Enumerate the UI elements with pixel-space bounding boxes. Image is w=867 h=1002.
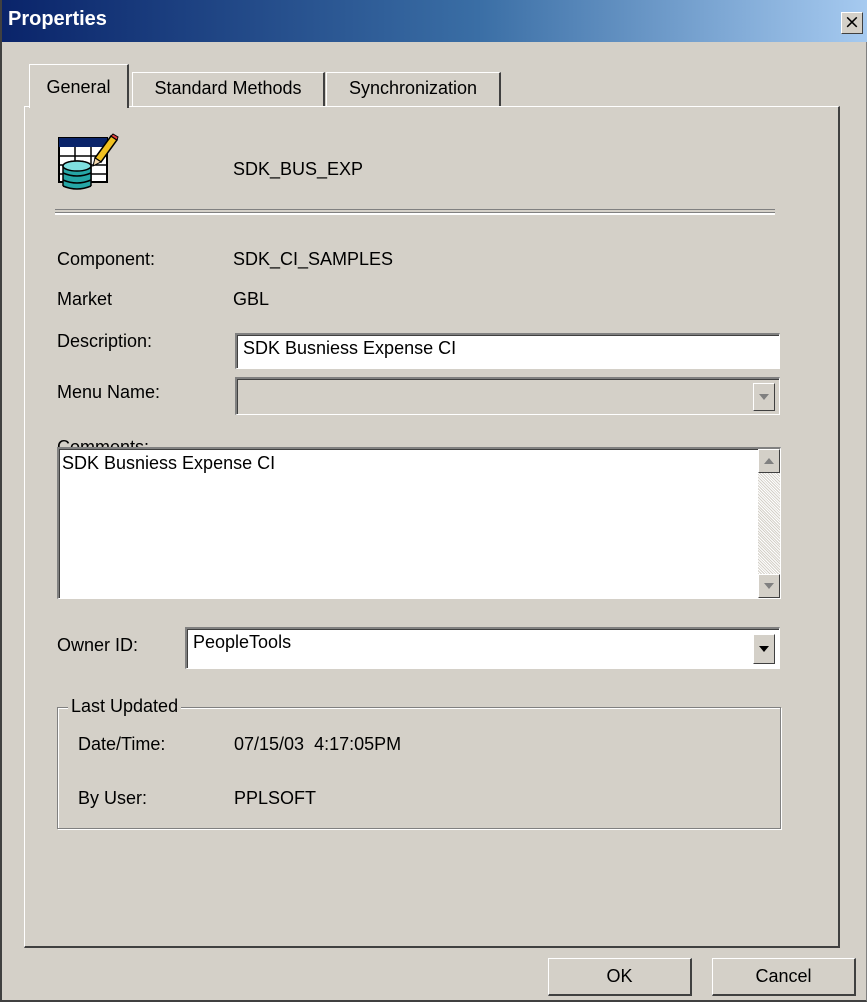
arrow-down-icon — [764, 583, 774, 589]
component-value: SDK_CI_SAMPLES — [233, 249, 394, 269]
scroll-up-button[interactable] — [758, 449, 780, 473]
close-button[interactable]: × — [841, 12, 863, 34]
last-updated-group: Last Updated Date/Time: 07/15/03 4:17:05… — [57, 696, 781, 829]
arrow-up-icon — [764, 458, 774, 464]
owner-id-label: Owner ID: — [57, 635, 139, 655]
chevron-down-icon — [759, 646, 769, 652]
menu-name-select[interactable] — [235, 377, 780, 415]
datetime-value: 07/15/03 4:17:05PM — [234, 734, 402, 754]
by-user-label: By User: — [78, 788, 148, 808]
menu-name-label: Menu Name: — [57, 382, 161, 402]
tab-standard-methods[interactable]: Standard Methods — [132, 72, 325, 106]
comments-textarea[interactable]: SDK Busniess Expense CI — [57, 447, 781, 599]
description-label: Description: — [57, 331, 153, 351]
header-separator — [55, 209, 775, 215]
scroll-down-button[interactable] — [758, 574, 780, 598]
tab-general[interactable]: General — [29, 64, 129, 108]
title-bar[interactable]: Properties × — [2, 0, 867, 42]
owner-id-dropdown-button[interactable] — [753, 634, 775, 664]
component-label: Component: — [57, 249, 156, 269]
comments-text: SDK Busniess Expense CI — [62, 453, 276, 473]
component-interface-name: SDK_BUS_EXP — [233, 159, 364, 179]
cancel-button[interactable]: Cancel — [712, 958, 856, 996]
last-updated-title: Last Updated — [68, 696, 182, 717]
description-input[interactable]: SDK Busniess Expense CI — [235, 333, 780, 369]
market-label: Market — [57, 289, 113, 309]
window-title: Properties — [8, 8, 107, 30]
datetime-label: Date/Time: — [78, 734, 166, 754]
by-user-value: PPLSOFT — [234, 788, 317, 808]
market-value: GBL — [233, 289, 270, 309]
menu-name-dropdown-button[interactable] — [753, 383, 775, 411]
properties-dialog: Properties × General Standard Methods Sy… — [0, 0, 867, 1002]
tab-synchronization[interactable]: Synchronization — [326, 72, 501, 106]
component-interface-icon — [55, 132, 119, 196]
owner-id-select[interactable]: PeopleTools — [185, 627, 780, 669]
comments-scrollbar[interactable] — [758, 449, 780, 598]
ok-button[interactable]: OK — [548, 958, 692, 996]
chevron-down-icon — [759, 394, 769, 400]
general-tab-panel: SDK_BUS_EXP Component: SDK_CI_SAMPLES Ma… — [24, 106, 840, 948]
close-icon: × — [844, 11, 860, 33]
